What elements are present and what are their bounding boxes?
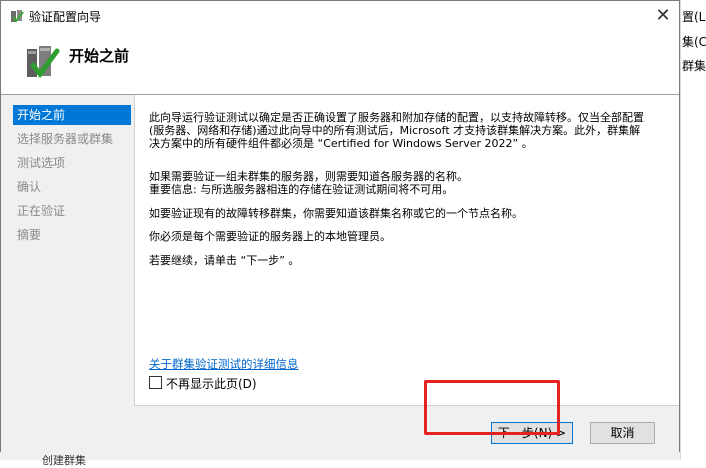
step-confirmation[interactable]: 确认 (13, 177, 131, 197)
window-title: 验证配置向导 (29, 10, 102, 24)
step-testing-options[interactable]: 测试选项 (13, 153, 131, 173)
cancel-button[interactable]: 取消 (590, 422, 655, 444)
servers-paragraph: 如果需要验证一组未群集的服务器，则需要知道各服务器的名称。 (149, 170, 468, 183)
admin-paragraph: 你必须是每个需要验证的服务器上的本地管理员。 (149, 230, 391, 243)
title-bar[interactable]: 验证配置向导 ✕ (1, 1, 679, 31)
background-strip (0, 452, 680, 460)
background-menu-item[interactable]: 置(L) (682, 8, 706, 25)
annotation-highlight-box (424, 380, 560, 435)
background-menu-item[interactable]: 群集 (682, 57, 706, 74)
wizard-header: 开始之前 (1, 31, 679, 93)
validate-cluster-icon (27, 46, 60, 79)
wizard-window: 验证配置向导 ✕ 开始之前 开始之前 选择服务器或群集 测试选项 确认 正在验证… (0, 0, 680, 452)
wizard-steps: 开始之前 选择服务器或群集 测试选项 确认 正在验证 摘要 (1, 95, 134, 452)
wizard-body: 开始之前 选择服务器或群集 测试选项 确认 正在验证 摘要 此向导运行验证测试以… (1, 95, 679, 452)
continue-paragraph: 若要继续，请单击 “下一步” 。 (149, 254, 300, 267)
background-action[interactable]: 创建群集 (42, 452, 86, 468)
step-select-servers[interactable]: 选择服务器或群集 (13, 129, 131, 149)
close-button[interactable]: ✕ (647, 1, 679, 31)
existing-cluster-paragraph: 如要验证现有的故障转移群集，你需要知道该群集名称或它的一个节点名称。 (149, 207, 523, 220)
dont-show-label[interactable]: 不再显示此页(D) (166, 375, 257, 392)
step-validating[interactable]: 正在验证 (13, 201, 131, 221)
page-title: 开始之前 (69, 47, 130, 65)
step-summary[interactable]: 摘要 (13, 225, 131, 245)
intro-paragraph: 此向导运行验证测试以确定是否正确设置了服务器和附加存储的配置，以支持故障转移。仅… (149, 111, 644, 150)
step-before-you-begin[interactable]: 开始之前 (13, 105, 131, 125)
background-menu-item[interactable]: 集(C) (682, 33, 706, 50)
button-bar: 下一步(N) > 取消 (134, 405, 679, 452)
dont-show-checkbox[interactable] (149, 376, 162, 389)
cluster-icon (11, 10, 24, 23)
important-paragraph: 重要信息: 与所选服务器相连的存储在验证测试期间将不可用。 (149, 183, 454, 196)
content-panel: 此向导运行验证测试以确定是否正确设置了服务器和附加存储的配置，以支持故障转移。仅… (134, 95, 679, 452)
validation-info-link[interactable]: 关于群集验证测试的详细信息 (149, 356, 299, 372)
